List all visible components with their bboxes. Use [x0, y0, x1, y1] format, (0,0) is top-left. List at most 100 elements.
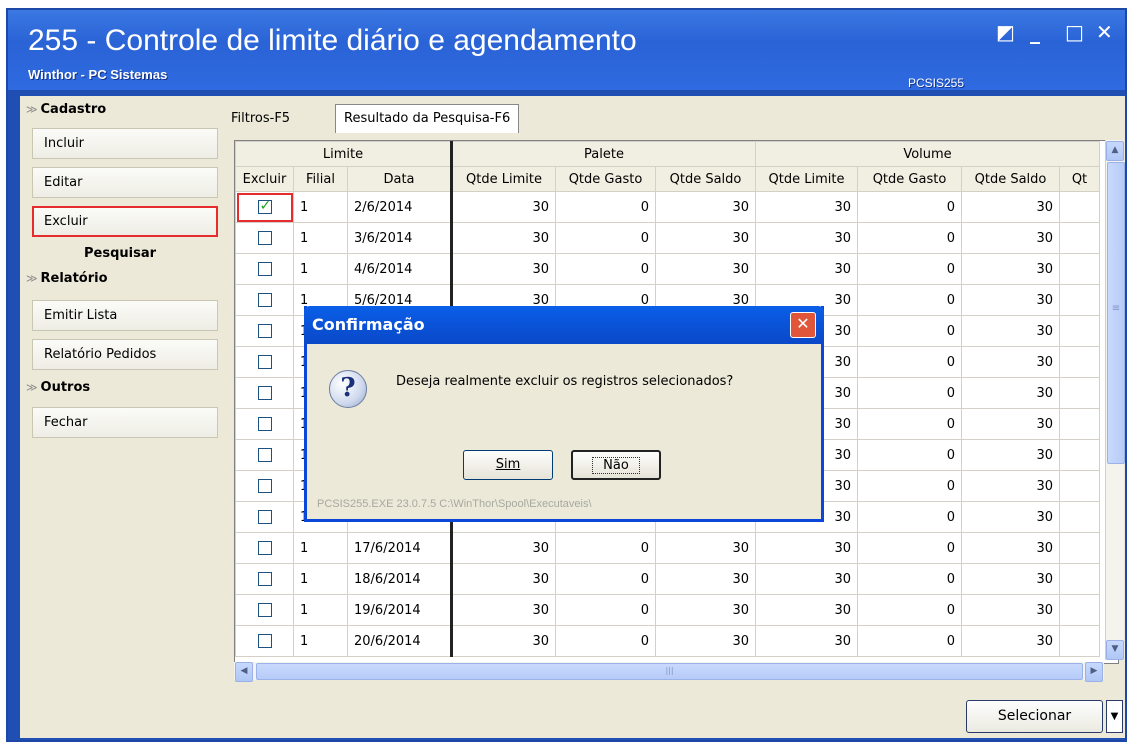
excluir-checkbox[interactable]: [257, 231, 272, 245]
excluir-button[interactable]: Excluir: [32, 206, 218, 237]
cell-ps: 30: [655, 563, 756, 595]
selecionar-button[interactable]: Selecionar: [966, 700, 1103, 733]
excluir-checkbox[interactable]: [257, 324, 272, 338]
scroll-down-icon[interactable]: ▼: [1106, 640, 1124, 660]
excluir-cell[interactable]: [235, 439, 294, 471]
excluir-cell[interactable]: [235, 284, 294, 316]
section-relatorio[interactable]: ≫ Relatório: [20, 271, 220, 293]
excluir-checkbox[interactable]: [257, 262, 272, 276]
table-row[interactable]: 1 4/6/2014 30 0 30 30 0 30: [235, 253, 1100, 285]
dialog-title: Confirmação: [312, 315, 425, 334]
cell-vs: 30: [961, 191, 1060, 223]
excluir-cell[interactable]: [235, 408, 294, 440]
tab-filtros[interactable]: Filtros-F5: [231, 106, 290, 132]
excluir-checkbox[interactable]: [257, 198, 272, 214]
excluir-checkbox[interactable]: [257, 603, 272, 617]
emitir-lista-button[interactable]: Emitir Lista: [32, 300, 218, 331]
cell-vg: 0: [857, 501, 962, 533]
excluir-checkbox[interactable]: [257, 417, 272, 431]
excluir-checkbox[interactable]: [257, 479, 272, 493]
restore-icon[interactable]: ◩: [996, 22, 1015, 42]
excluir-cell[interactable]: [235, 346, 294, 378]
excluir-cell[interactable]: [235, 222, 294, 254]
section-cadastro[interactable]: ≫ Cadastro: [20, 102, 220, 124]
pesquisar-button[interactable]: Pesquisar: [50, 246, 190, 261]
column-header[interactable]: Qtde Limite: [451, 166, 556, 192]
cell-vl: 30: [755, 253, 858, 285]
table-row[interactable]: 1 17/6/2014 30 0 30 30 0 30: [235, 532, 1100, 564]
column-header[interactable]: Qtde Limite: [755, 166, 858, 192]
excluir-cell[interactable]: [235, 532, 294, 564]
dialog-title-bar: Confirmação ✕: [304, 306, 824, 344]
column-header[interactable]: Qtde Gasto: [555, 166, 656, 192]
scroll-up-icon[interactable]: ▲: [1106, 141, 1124, 161]
excluir-checkbox[interactable]: [257, 541, 272, 555]
table-row[interactable]: 1 3/6/2014 30 0 30 30 0 30: [235, 222, 1100, 254]
table-row[interactable]: 12/6/20143003030030: [235, 191, 1100, 223]
column-header[interactable]: Excluir: [235, 166, 294, 192]
cell-filial: 1: [293, 222, 348, 254]
excluir-checkbox[interactable]: [257, 572, 272, 586]
table-row[interactable]: 1 19/6/2014 30 0 30 30 0 30: [235, 594, 1100, 626]
excluir-cell[interactable]: [235, 191, 294, 223]
excluir-checkbox[interactable]: [257, 448, 272, 462]
cell-vg: 0: [857, 439, 962, 471]
excluir-checkbox[interactable]: [257, 634, 272, 648]
excluir-cell[interactable]: [235, 594, 294, 626]
cell-extra: [1059, 439, 1100, 471]
column-header[interactable]: Qtde Saldo: [655, 166, 756, 192]
confirm-dialog: Confirmação ✕ ? Deseja realmente excluir…: [304, 306, 824, 522]
excluir-cell[interactable]: [235, 377, 294, 409]
hscroll-thumb[interactable]: |||: [256, 663, 1083, 680]
scroll-right-icon[interactable]: ▶: [1085, 662, 1103, 682]
excluir-cell[interactable]: [235, 470, 294, 502]
close-icon[interactable]: ✕: [1096, 22, 1113, 42]
horizontal-scrollbar[interactable]: ◀ ||| ▶: [234, 662, 1104, 682]
excluir-cell[interactable]: [235, 501, 294, 533]
column-header[interactable]: Filial: [293, 166, 348, 192]
cell-vs: 30: [961, 284, 1060, 316]
excluir-checkbox[interactable]: [257, 510, 272, 524]
sidebar: ≫ Cadastro Incluir Editar Excluir Pesquis…: [20, 96, 220, 738]
section-title: Outros: [40, 380, 91, 395]
cell-filial: 1: [293, 253, 348, 285]
tab-resultado[interactable]: Resultado da Pesquisa-F6: [335, 104, 520, 133]
column-header[interactable]: Data: [347, 166, 453, 192]
table-row[interactable]: 1 20/6/2014 30 0 30 30 0 30: [235, 625, 1100, 657]
nao-button[interactable]: Não: [571, 450, 661, 480]
cell-vs: 30: [961, 470, 1060, 502]
scroll-thumb[interactable]: ≡: [1107, 162, 1125, 464]
relatorio-pedidos-button[interactable]: Relatório Pedidos: [32, 339, 218, 370]
excluir-checkbox[interactable]: [257, 293, 272, 307]
column-header[interactable]: Qtde Saldo: [961, 166, 1060, 192]
dialog-close-icon[interactable]: ✕: [790, 312, 816, 338]
vertical-scrollbar[interactable]: ▲ ≡ ▼: [1105, 140, 1125, 660]
nao-label: Não: [592, 457, 640, 474]
excluir-cell[interactable]: [235, 625, 294, 657]
minimize-icon[interactable]: _: [1030, 22, 1040, 42]
column-header[interactable]: Qt: [1059, 166, 1100, 192]
table-row[interactable]: 1 18/6/2014 30 0 30 30 0 30: [235, 563, 1100, 595]
incluir-button[interactable]: Incluir: [32, 128, 218, 159]
cell-pl: 30: [451, 594, 556, 626]
dropdown-arrow-icon[interactable]: ▼: [1106, 700, 1123, 733]
column-header[interactable]: Qtde Gasto: [857, 166, 962, 192]
sim-button[interactable]: Sim: [463, 450, 553, 480]
cell-extra: [1059, 501, 1100, 533]
section-outros[interactable]: ≫ Outros: [20, 380, 220, 402]
excluir-cell[interactable]: [235, 253, 294, 285]
excluir-cell[interactable]: [235, 315, 294, 347]
scroll-left-icon[interactable]: ◀: [235, 662, 253, 682]
cell-vl: 30: [755, 222, 858, 254]
editar-button[interactable]: Editar: [32, 167, 218, 198]
maximize-icon[interactable]: □: [1065, 22, 1084, 42]
cell-vl: 30: [755, 532, 858, 564]
cell-pg: 0: [555, 563, 656, 595]
excluir-checkbox[interactable]: [257, 386, 272, 400]
cell-extra: [1059, 253, 1100, 285]
dialog-message: Deseja realmente excluir os registros se…: [396, 374, 734, 389]
fechar-button[interactable]: Fechar: [32, 407, 218, 438]
excluir-cell[interactable]: [235, 563, 294, 595]
cell-pl: 30: [451, 253, 556, 285]
excluir-checkbox[interactable]: [257, 355, 272, 369]
